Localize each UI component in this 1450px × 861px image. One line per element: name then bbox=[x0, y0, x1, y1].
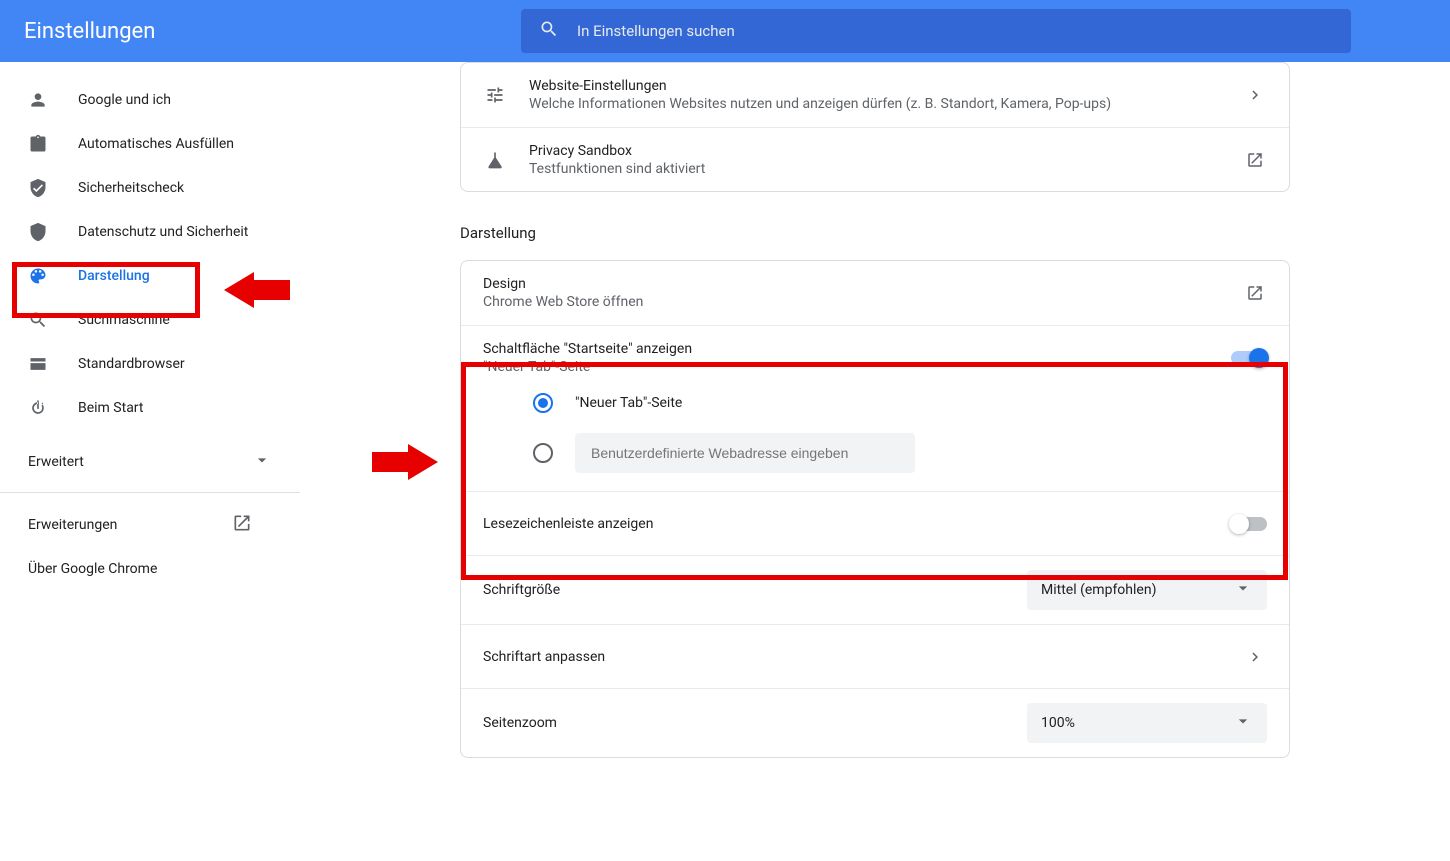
radio-newtab[interactable] bbox=[533, 393, 553, 413]
chevron-down-icon bbox=[252, 450, 272, 474]
sidebar-item-autofill[interactable]: Automatisches Ausfüllen bbox=[0, 124, 300, 164]
person-icon bbox=[28, 90, 48, 110]
tune-icon bbox=[483, 83, 507, 107]
shield-icon bbox=[28, 222, 48, 242]
sidebar-item-label: Über Google Chrome bbox=[28, 561, 157, 577]
sidebar-item-label: Darstellung bbox=[78, 268, 150, 284]
app-header: Einstellungen In Einstellungen suchen bbox=[0, 0, 1450, 62]
row-title: Privacy Sandbox bbox=[529, 143, 1243, 159]
page-zoom-select[interactable]: 100% bbox=[1027, 703, 1267, 743]
site-settings-row[interactable]: Website-Einstellungen Welche Information… bbox=[461, 63, 1289, 127]
privacy-card: Website-Einstellungen Welche Information… bbox=[460, 62, 1290, 192]
sidebar-item-extensions[interactable]: Erweiterungen bbox=[0, 503, 300, 547]
bookmarks-bar-toggle[interactable] bbox=[1231, 517, 1267, 531]
sidebar-item-label: Google und ich bbox=[78, 92, 171, 108]
sidebar-item-onstartup[interactable]: Beim Start bbox=[0, 388, 300, 428]
sidebar-item-label: Sicherheitscheck bbox=[78, 180, 184, 196]
row-sub: "Neuer Tab"-Seite bbox=[483, 359, 1231, 375]
sidebar-item-safetycheck[interactable]: Sicherheitscheck bbox=[0, 168, 300, 208]
row-title: Lesezeichenleiste anzeigen bbox=[483, 516, 1231, 532]
select-value: 100% bbox=[1041, 715, 1075, 731]
row-title: Schriftart anpassen bbox=[483, 649, 1243, 665]
home-button-row: Schaltfläche "Startseite" anzeigen "Neue… bbox=[461, 325, 1289, 389]
row-title: Website-Einstellungen bbox=[529, 78, 1243, 94]
row-title: Schriftgröße bbox=[483, 582, 1027, 598]
main-content: Website-Einstellungen Welche Information… bbox=[300, 62, 1450, 861]
radio-custom-url[interactable] bbox=[533, 443, 553, 463]
home-radio-newtab-row: "Neuer Tab"-Seite bbox=[461, 389, 1289, 423]
shield-check-icon bbox=[28, 178, 48, 198]
row-sub: Testfunktionen sind aktiviert bbox=[529, 161, 1243, 177]
sidebar-item-privacy[interactable]: Datenschutz und Sicherheit bbox=[0, 212, 300, 252]
custom-url-input[interactable] bbox=[575, 433, 915, 473]
appearance-card: Design Chrome Web Store öffnen Schaltflä… bbox=[460, 260, 1290, 758]
home-radio-custom-row bbox=[461, 423, 1289, 491]
chevron-down-icon bbox=[1233, 578, 1253, 602]
sidebar-item-label: Beim Start bbox=[78, 400, 143, 416]
search-icon bbox=[28, 310, 48, 330]
sidebar-advanced-toggle[interactable]: Erweitert bbox=[0, 438, 300, 486]
chevron-right-icon bbox=[1243, 86, 1267, 104]
external-link-icon bbox=[1243, 151, 1267, 169]
font-size-row: Schriftgröße Mittel (empfohlen) bbox=[461, 555, 1289, 624]
bookmarks-bar-row: Lesezeichenleiste anzeigen bbox=[461, 491, 1289, 555]
radio-newtab-label: "Neuer Tab"-Seite bbox=[575, 395, 682, 411]
privacy-sandbox-row[interactable]: Privacy Sandbox Testfunktionen sind akti… bbox=[461, 127, 1289, 191]
flask-icon bbox=[483, 148, 507, 172]
sidebar-item-label: Standardbrowser bbox=[78, 356, 185, 372]
sidebar-item-google[interactable]: Google und ich bbox=[0, 80, 300, 120]
sidebar-item-label: Automatisches Ausfüllen bbox=[78, 136, 234, 152]
row-sub: Welche Informationen Websites nutzen und… bbox=[529, 96, 1243, 112]
sidebar-item-label: Suchmaschine bbox=[78, 312, 170, 328]
external-link-icon bbox=[232, 513, 252, 537]
design-row[interactable]: Design Chrome Web Store öffnen bbox=[461, 261, 1289, 325]
chevron-down-icon bbox=[1233, 711, 1253, 735]
row-sub: Chrome Web Store öffnen bbox=[483, 294, 1243, 310]
sidebar-advanced-label: Erweitert bbox=[28, 454, 84, 470]
external-link-icon bbox=[1243, 284, 1267, 302]
chevron-right-icon bbox=[1243, 648, 1267, 666]
sidebar-item-label: Erweiterungen bbox=[28, 517, 117, 533]
sidebar-item-defaultbrowser[interactable]: Standardbrowser bbox=[0, 344, 300, 384]
customize-fonts-row[interactable]: Schriftart anpassen bbox=[461, 624, 1289, 688]
clipboard-icon bbox=[28, 134, 48, 154]
row-title: Schaltfläche "Startseite" anzeigen bbox=[483, 341, 1231, 357]
section-heading-appearance: Darstellung bbox=[460, 224, 1290, 242]
sidebar-item-label: Datenschutz und Sicherheit bbox=[78, 224, 248, 240]
search-placeholder: In Einstellungen suchen bbox=[577, 22, 735, 40]
palette-icon bbox=[28, 266, 48, 286]
search-icon bbox=[539, 19, 559, 43]
sidebar-divider bbox=[0, 492, 300, 493]
power-icon bbox=[28, 398, 48, 418]
browser-icon bbox=[28, 354, 48, 374]
page-zoom-row: Seitenzoom 100% bbox=[461, 688, 1289, 757]
sidebar-item-appearance[interactable]: Darstellung bbox=[0, 256, 300, 296]
select-value: Mittel (empfohlen) bbox=[1041, 582, 1156, 598]
sidebar-item-about[interactable]: Über Google Chrome bbox=[0, 547, 300, 591]
page-title: Einstellungen bbox=[24, 19, 521, 44]
row-title: Design bbox=[483, 276, 1243, 292]
home-button-toggle[interactable] bbox=[1231, 351, 1267, 365]
sidebar: Google und ich Automatisches Ausfüllen S… bbox=[0, 62, 300, 861]
font-size-select[interactable]: Mittel (empfohlen) bbox=[1027, 570, 1267, 610]
row-title: Seitenzoom bbox=[483, 715, 1027, 731]
sidebar-item-search[interactable]: Suchmaschine bbox=[0, 300, 300, 340]
search-input-container[interactable]: In Einstellungen suchen bbox=[521, 9, 1351, 53]
